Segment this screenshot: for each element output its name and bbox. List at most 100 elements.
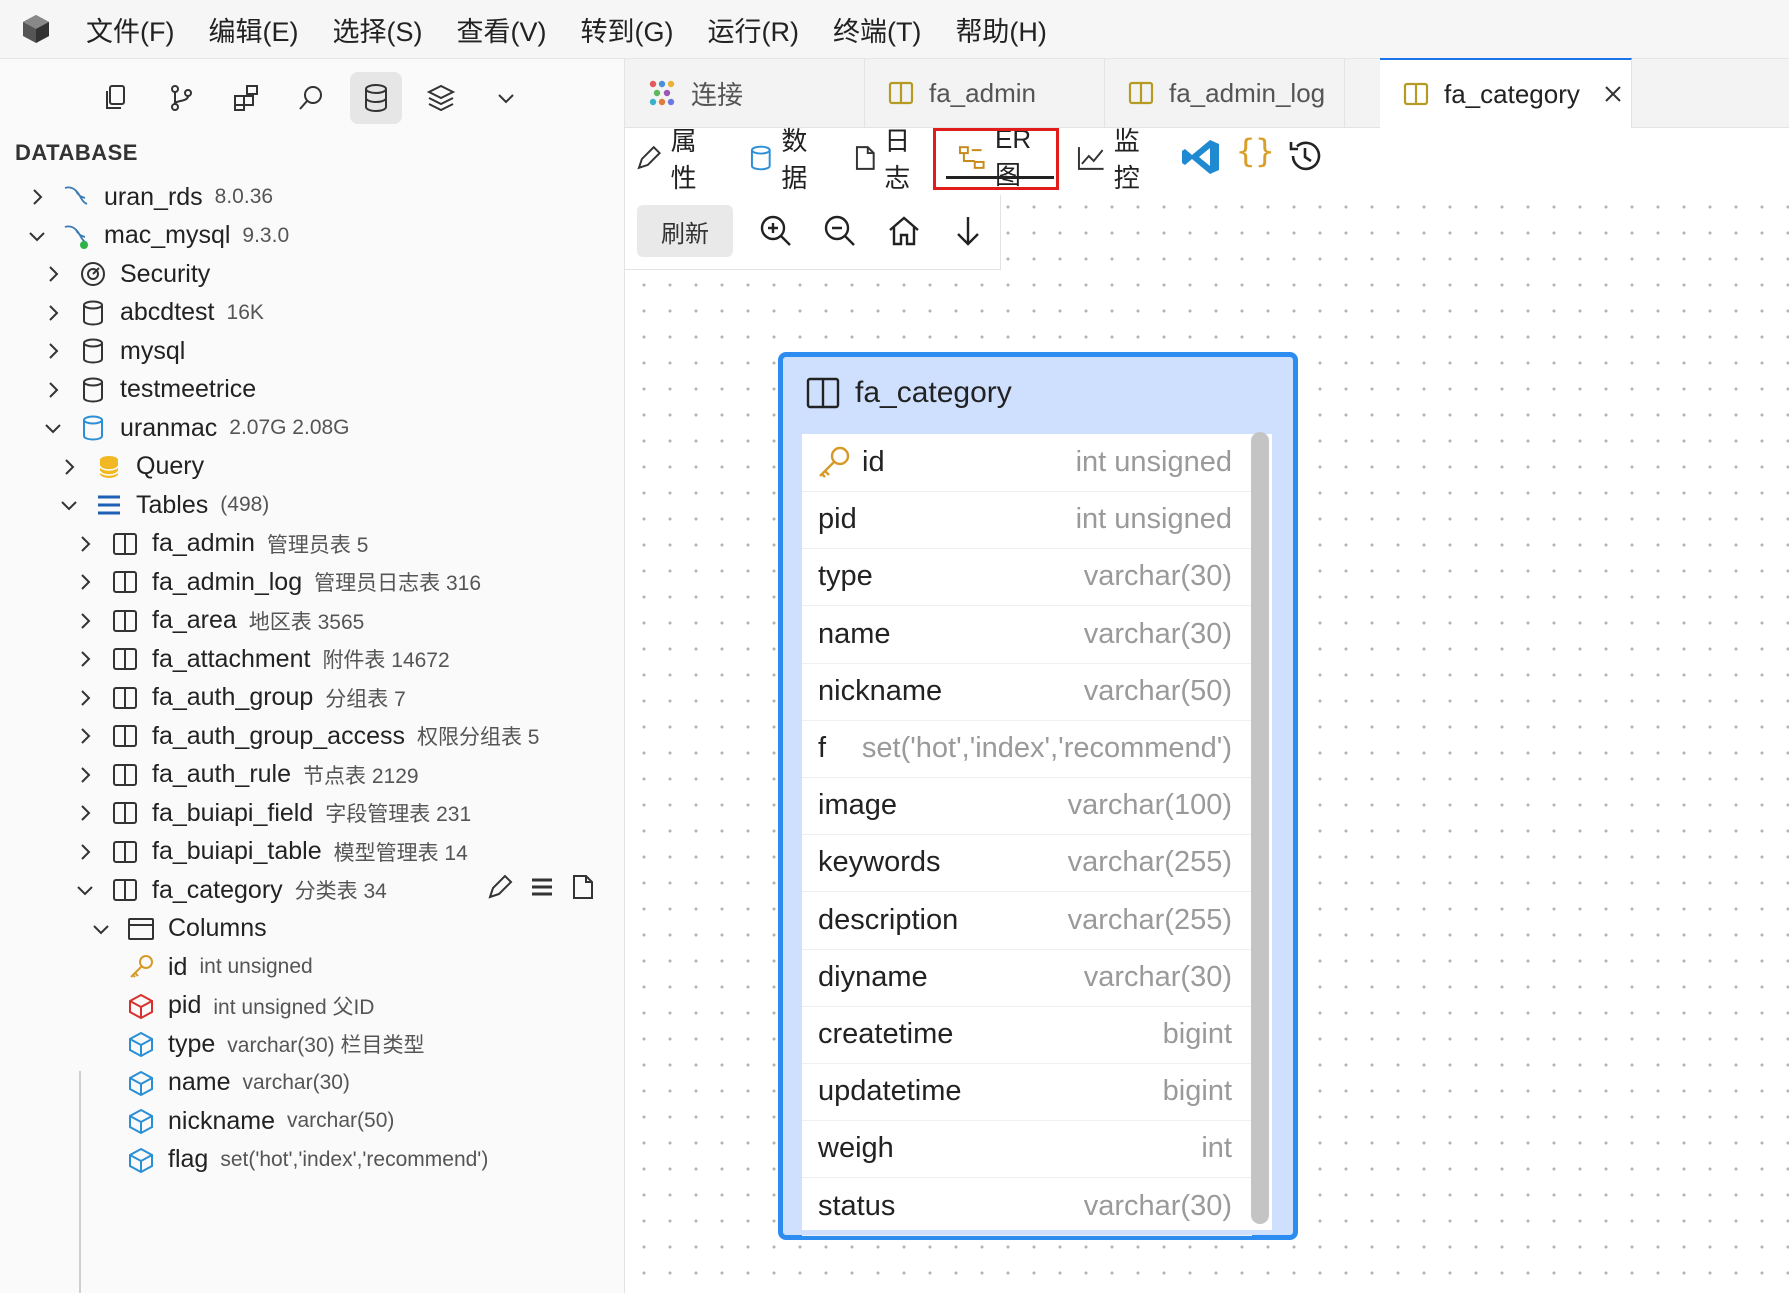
- chevron-right-icon[interactable]: [74, 687, 96, 709]
- tree-item-flag[interactable]: flag set('hot','index','recommend'): [0, 1138, 624, 1182]
- entity-field-diyname[interactable]: diyname varchar(30): [802, 949, 1252, 1007]
- menu-goto[interactable]: 转到(G): [580, 10, 673, 49]
- json-braces-icon[interactable]: {}: [1236, 132, 1275, 170]
- entity-field-description[interactable]: description varchar(255): [802, 892, 1252, 950]
- file-icon[interactable]: [570, 873, 596, 906]
- menu-file[interactable]: 文件(F): [86, 10, 174, 49]
- tree-item-id[interactable]: id int unsigned: [0, 945, 624, 989]
- vscode-icon[interactable]: [1180, 137, 1222, 177]
- chevron-right-icon[interactable]: [58, 456, 80, 478]
- menu-run[interactable]: 运行(R): [707, 10, 798, 49]
- tree-item-abcdtest[interactable]: abcdtest 16K: [0, 291, 624, 335]
- chevron-down-icon[interactable]: [90, 918, 112, 940]
- tree-item-query[interactable]: Query: [0, 445, 624, 489]
- chevron-right-icon[interactable]: [42, 379, 64, 401]
- entity-field-image[interactable]: image varchar(100): [802, 777, 1252, 836]
- tab-connection[interactable]: 连接: [625, 59, 865, 127]
- source-control-icon[interactable]: [155, 72, 207, 124]
- tree-item-tables[interactable]: Tables (498): [0, 483, 624, 527]
- menu-terminal[interactable]: 终端(T): [833, 10, 921, 49]
- chevron-down-icon[interactable]: [74, 879, 96, 901]
- monitor-button[interactable]: 监控: [1076, 126, 1165, 193]
- entity-field-weigh[interactable]: weigh int: [802, 1120, 1252, 1179]
- entity-header[interactable]: fa_category: [783, 357, 1293, 429]
- entity-field-f[interactable]: f set('hot','index','recommend'): [802, 720, 1252, 778]
- tree-item-fa-buiapi-table[interactable]: fa_buiapi_table 模型管理表 14: [0, 830, 624, 874]
- entity-field-nickname[interactable]: nickname varchar(50): [802, 663, 1252, 721]
- er-entity-fa-category[interactable]: fa_category id int unsigned pid int unsigne…: [778, 352, 1298, 1240]
- tree-item-pid[interactable]: pid int unsigned 父ID: [0, 984, 624, 1028]
- entity-field-name[interactable]: name varchar(30): [802, 606, 1252, 664]
- chevron-right-icon[interactable]: [74, 533, 96, 555]
- refresh-button[interactable]: 刷新: [637, 205, 733, 257]
- chevron-right-icon[interactable]: [74, 802, 96, 824]
- history-icon[interactable]: [1286, 137, 1324, 175]
- extensions-icon[interactable]: [220, 72, 272, 124]
- tree-item-fa-attachment[interactable]: fa_attachment 附件表 14672: [0, 637, 624, 681]
- tree-item-mysql[interactable]: mysql: [0, 329, 624, 373]
- chevron-right-icon[interactable]: [74, 764, 96, 786]
- entity-field-keywords[interactable]: keywords varchar(255): [802, 834, 1252, 893]
- files-icon[interactable]: [90, 72, 142, 124]
- tree-item-fa-auth-group-access[interactable]: fa_auth_group_access 权限分组表 5: [0, 714, 624, 758]
- entity-field-type[interactable]: type varchar(30): [802, 548, 1252, 607]
- tree-item-type[interactable]: type varchar(30) 栏目类型: [0, 1022, 624, 1066]
- menu-view[interactable]: 查看(V): [456, 10, 546, 49]
- chevron-right-icon[interactable]: [74, 648, 96, 670]
- tree-item-columns[interactable]: Columns: [0, 907, 624, 951]
- entity-field-pid[interactable]: pid int unsigned: [802, 491, 1252, 550]
- tree-item-name[interactable]: name varchar(30): [0, 1061, 624, 1105]
- tree-item-fa-auth-group[interactable]: fa_auth_group 分组表 7: [0, 676, 624, 720]
- chevron-right-icon[interactable]: [74, 571, 96, 593]
- entity-field-id[interactable]: id int unsigned: [802, 434, 1252, 492]
- chevron-right-icon[interactable]: [74, 725, 96, 747]
- tree-item-meta: 16K: [226, 300, 264, 324]
- chevron-right-icon[interactable]: [42, 340, 64, 362]
- chevron-right-icon[interactable]: [42, 263, 64, 285]
- entity-field-updatetime[interactable]: updatetime bigint: [802, 1063, 1252, 1122]
- chevron-right-icon[interactable]: [26, 186, 48, 208]
- tree-item-uran-rds[interactable]: uran_rds 8.0.36: [0, 175, 624, 219]
- tree-item-testmeetrice[interactable]: testmeetrice: [0, 368, 624, 412]
- edit-icon[interactable]: [486, 873, 514, 906]
- chevron-down-icon[interactable]: [42, 417, 64, 439]
- entity-field-status[interactable]: status varchar(30): [802, 1178, 1252, 1236]
- database-icon[interactable]: [350, 72, 402, 124]
- layers-icon[interactable]: [415, 72, 467, 124]
- data-button[interactable]: 数据: [748, 126, 833, 193]
- arrow-down-icon[interactable]: [947, 210, 989, 252]
- log-button[interactable]: 日志: [853, 126, 936, 193]
- chevron-down-icon[interactable]: [58, 494, 80, 516]
- search-icon[interactable]: [285, 72, 337, 124]
- properties-button[interactable]: 属性: [635, 126, 722, 193]
- chevron-down-icon[interactable]: [26, 225, 48, 247]
- tree-item-label: abcdtest: [120, 298, 215, 326]
- entity-field-createtime[interactable]: createtime bigint: [802, 1006, 1252, 1064]
- chevron-right-icon[interactable]: [42, 302, 64, 324]
- tree-item-uranmac[interactable]: uranmac 2.07G 2.08G: [0, 406, 624, 450]
- entity-scrollbar[interactable]: [1251, 432, 1269, 1224]
- tree-item-fa-auth-rule[interactable]: fa_auth_rule 节点表 2129: [0, 753, 624, 797]
- home-icon[interactable]: [883, 210, 925, 252]
- zoom-in-icon[interactable]: [755, 210, 797, 252]
- tree-item-fa-category[interactable]: fa_category 分类表 34: [0, 868, 624, 912]
- tree-item-mac-mysql[interactable]: mac_mysql 9.3.0: [0, 214, 624, 258]
- tree-item-fa-area[interactable]: fa_area 地区表 3565: [0, 599, 624, 643]
- menu-edit[interactable]: 编辑(E): [208, 10, 298, 49]
- tree-item-nickname[interactable]: nickname varchar(50): [0, 1099, 624, 1143]
- tab-fa-admin-log[interactable]: fa_admin_log: [1105, 59, 1345, 127]
- list-icon[interactable]: [528, 873, 556, 906]
- menu-help[interactable]: 帮助(H): [955, 10, 1046, 49]
- tree-item-fa-admin-log[interactable]: fa_admin_log 管理员日志表 316: [0, 560, 624, 604]
- tab-fa-admin[interactable]: fa_admin: [865, 59, 1105, 127]
- close-icon[interactable]: [1602, 83, 1624, 105]
- tree-item-security[interactable]: Security: [0, 252, 624, 296]
- chevron-down-icon[interactable]: [480, 72, 532, 124]
- chevron-right-icon[interactable]: [74, 841, 96, 863]
- chevron-right-icon[interactable]: [74, 610, 96, 632]
- zoom-out-icon[interactable]: [819, 210, 861, 252]
- tree-item-fa-buiapi-field[interactable]: fa_buiapi_field 字段管理表 231: [0, 791, 624, 835]
- tab-fa-category[interactable]: fa_category: [1380, 58, 1632, 128]
- menu-selection[interactable]: 选择(S): [332, 10, 422, 49]
- tree-item-fa-admin[interactable]: fa_admin 管理员表 5: [0, 522, 624, 566]
